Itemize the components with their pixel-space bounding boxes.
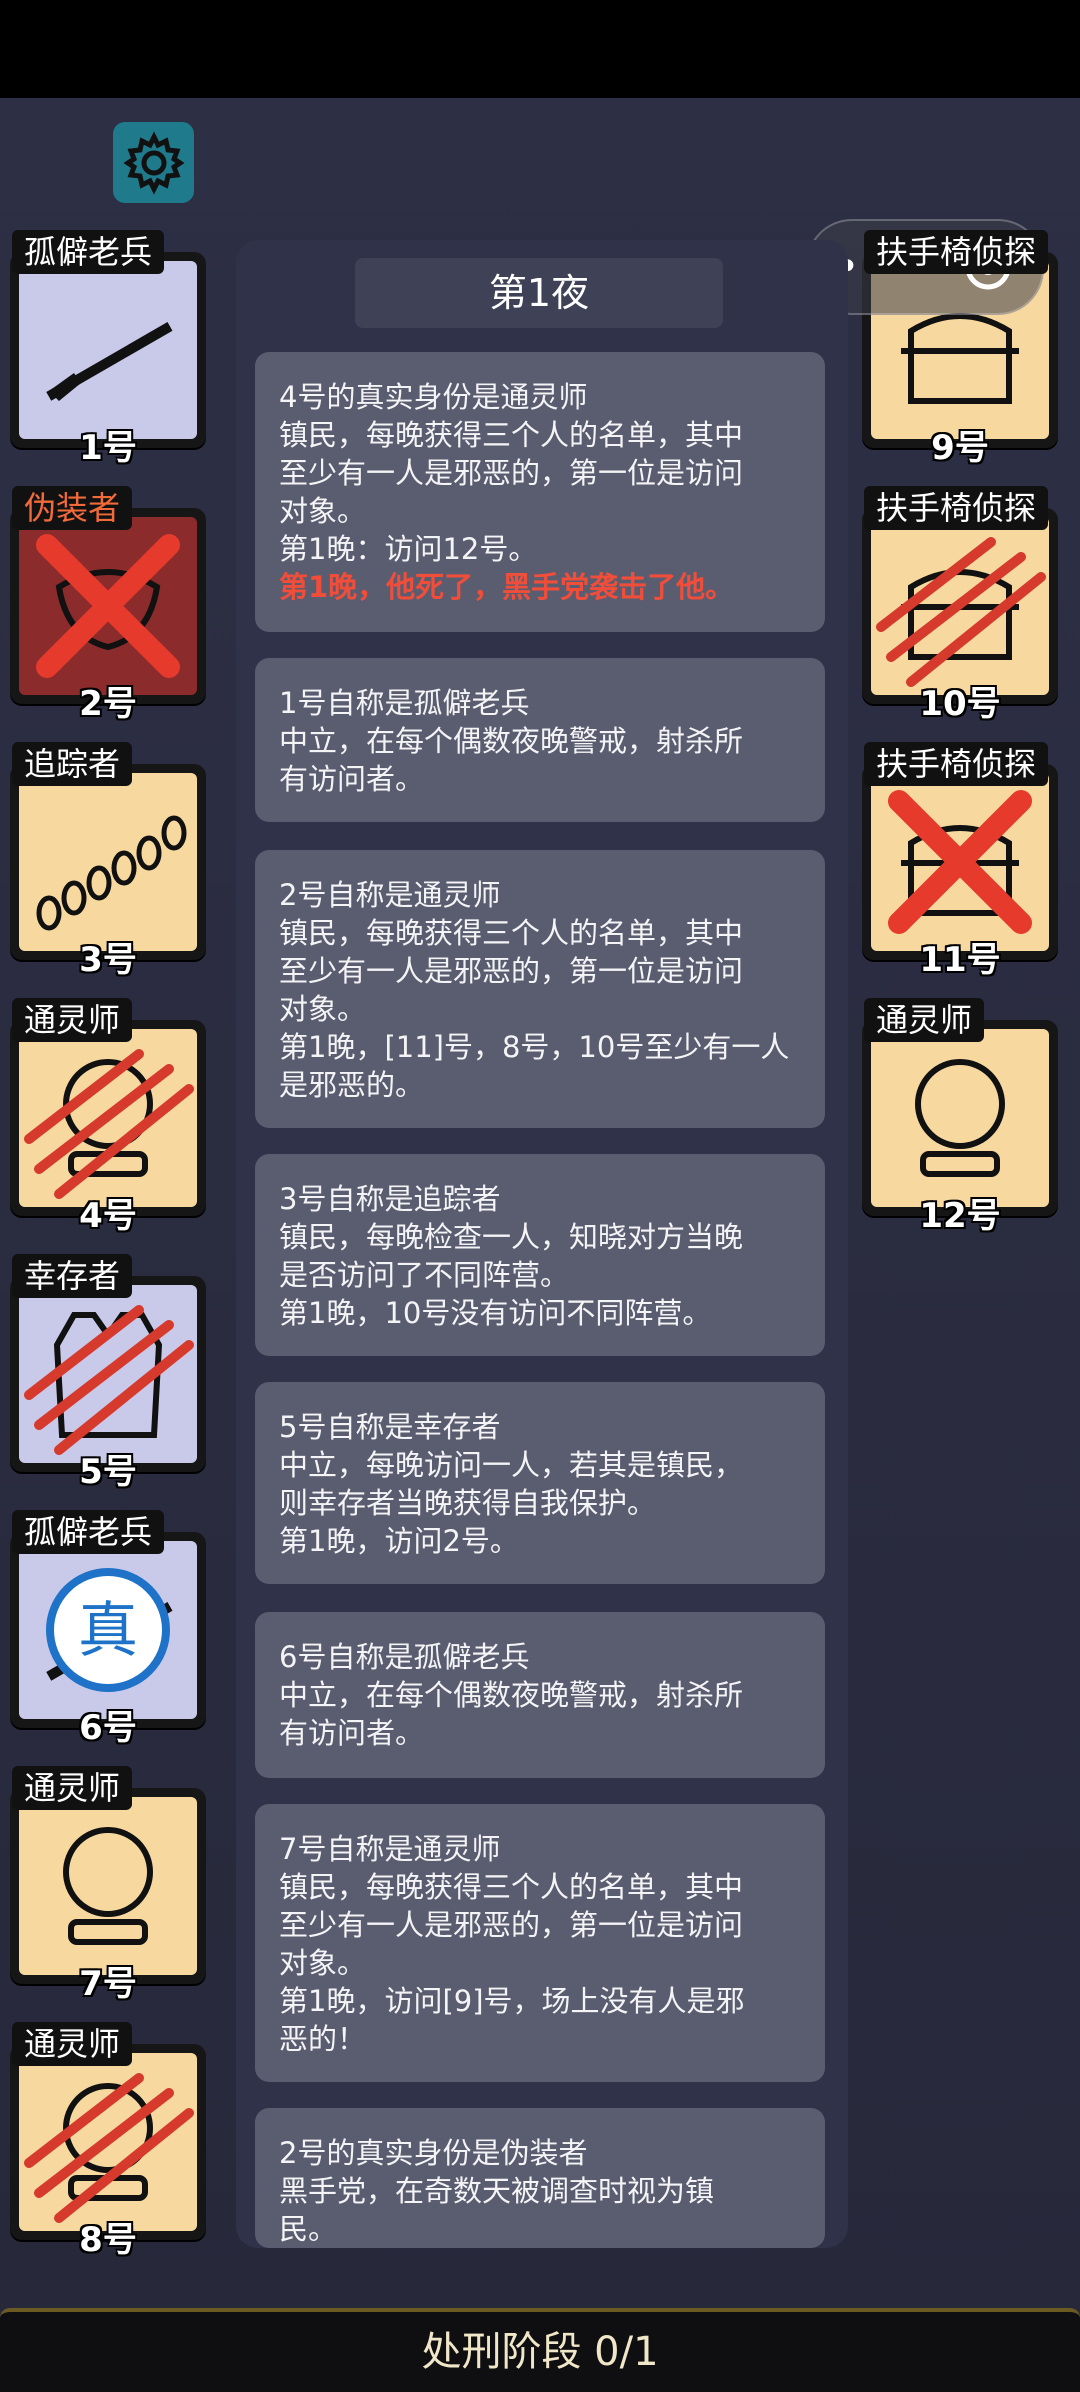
execution-phase-bar[interactable]: 处刑阶段 0/1 — [0, 2308, 1080, 2392]
status-bar — [0, 0, 1080, 98]
crystal-ball-icon — [24, 2073, 194, 2223]
crystal-ball-icon — [915, 1059, 1005, 1177]
player-number: 1号 — [79, 428, 137, 468]
log-entry: 5号自称是幸存者 中立，每晚访问一人，若其是镇民， 则幸存者当晚获得自我保护。 … — [255, 1382, 825, 1584]
mask-icon — [36, 534, 180, 678]
player-number: 9号 — [931, 428, 989, 468]
role-tag: 通灵师 — [12, 998, 133, 1042]
role-tag: 追踪者 — [12, 742, 133, 786]
crystal-ball-icon — [24, 1049, 194, 1199]
log-entry: 7号自称是通灵师 镇民，每晚获得三个人的名单，其中 至少有一人是邪恶的，第一位是… — [255, 1804, 825, 2082]
footprints-icon — [36, 815, 187, 931]
rifle-icon — [46, 322, 173, 401]
role-tag: 幸存者 — [12, 1254, 133, 1298]
role-tag: 通灵师 — [864, 998, 985, 1042]
player-number: 4号 — [79, 1196, 137, 1236]
player-number: 11号 — [919, 940, 1001, 980]
role-tag: 伪装者 — [12, 486, 133, 530]
player-number: 6号 — [79, 1708, 137, 1748]
player-number: 8号 — [79, 2220, 137, 2260]
player-number: 5号 — [79, 1452, 137, 1492]
vest-icon — [24, 1305, 194, 1455]
settings-button[interactable] — [113, 122, 194, 203]
log-entry: 1号自称是孤僻老兵 中立，在每个偶数夜晚警戒，射杀所 有访问者。 — [255, 658, 825, 822]
gear-icon — [122, 130, 185, 195]
player-number: 3号 — [79, 940, 137, 980]
log-entry: 3号自称是追踪者 镇民，每晚检查一人，知晓对方当晚 是否访问了不同阵营。 第1晚… — [255, 1154, 825, 1356]
role-tag: 通灵师 — [12, 1766, 133, 1810]
log-entry: 6号自称是孤僻老兵 中立，在每个偶数夜晚警戒，射杀所 有访问者。 — [255, 1612, 825, 1778]
rifle-icon: 真 — [46, 1568, 173, 1692]
log-title: 第1夜 — [355, 258, 723, 328]
crystal-ball-icon — [63, 1827, 153, 1945]
player-number: 12号 — [919, 1196, 1001, 1236]
player-number: 10号 — [919, 684, 1001, 724]
death-notice: 第1晚，他死了，黑手党袭击了他。 — [279, 570, 735, 604]
armchair-icon — [876, 537, 1046, 687]
log-entry: 4号的真实身份是通灵师 镇民，每晚获得三个人的名单，其中 至少有一人是邪恶的，第… — [255, 352, 825, 632]
role-tag: 扶手椅侦探 — [864, 486, 1049, 530]
role-tag: 扶手椅侦探 — [864, 742, 1049, 786]
role-tag: 孤僻老兵 — [12, 1510, 165, 1554]
role-tag: 通灵师 — [12, 2022, 133, 2066]
role-tag: 扶手椅侦探 — [864, 230, 1049, 274]
armchair-icon — [888, 790, 1032, 934]
log-entry: 2号的真实身份是伪装者 黑手党，在奇数天被调查时视为镇 民。 — [255, 2108, 825, 2248]
player-number: 7号 — [79, 1964, 137, 2004]
player-number: 2号 — [79, 684, 137, 724]
log-entry: 2号自称是通灵师 镇民，每晚获得三个人的名单，其中 至少有一人是邪恶的，第一位是… — [255, 850, 825, 1128]
true-stamp-text: 真 — [78, 1596, 138, 1666]
role-tag: 孤僻老兵 — [12, 230, 165, 274]
